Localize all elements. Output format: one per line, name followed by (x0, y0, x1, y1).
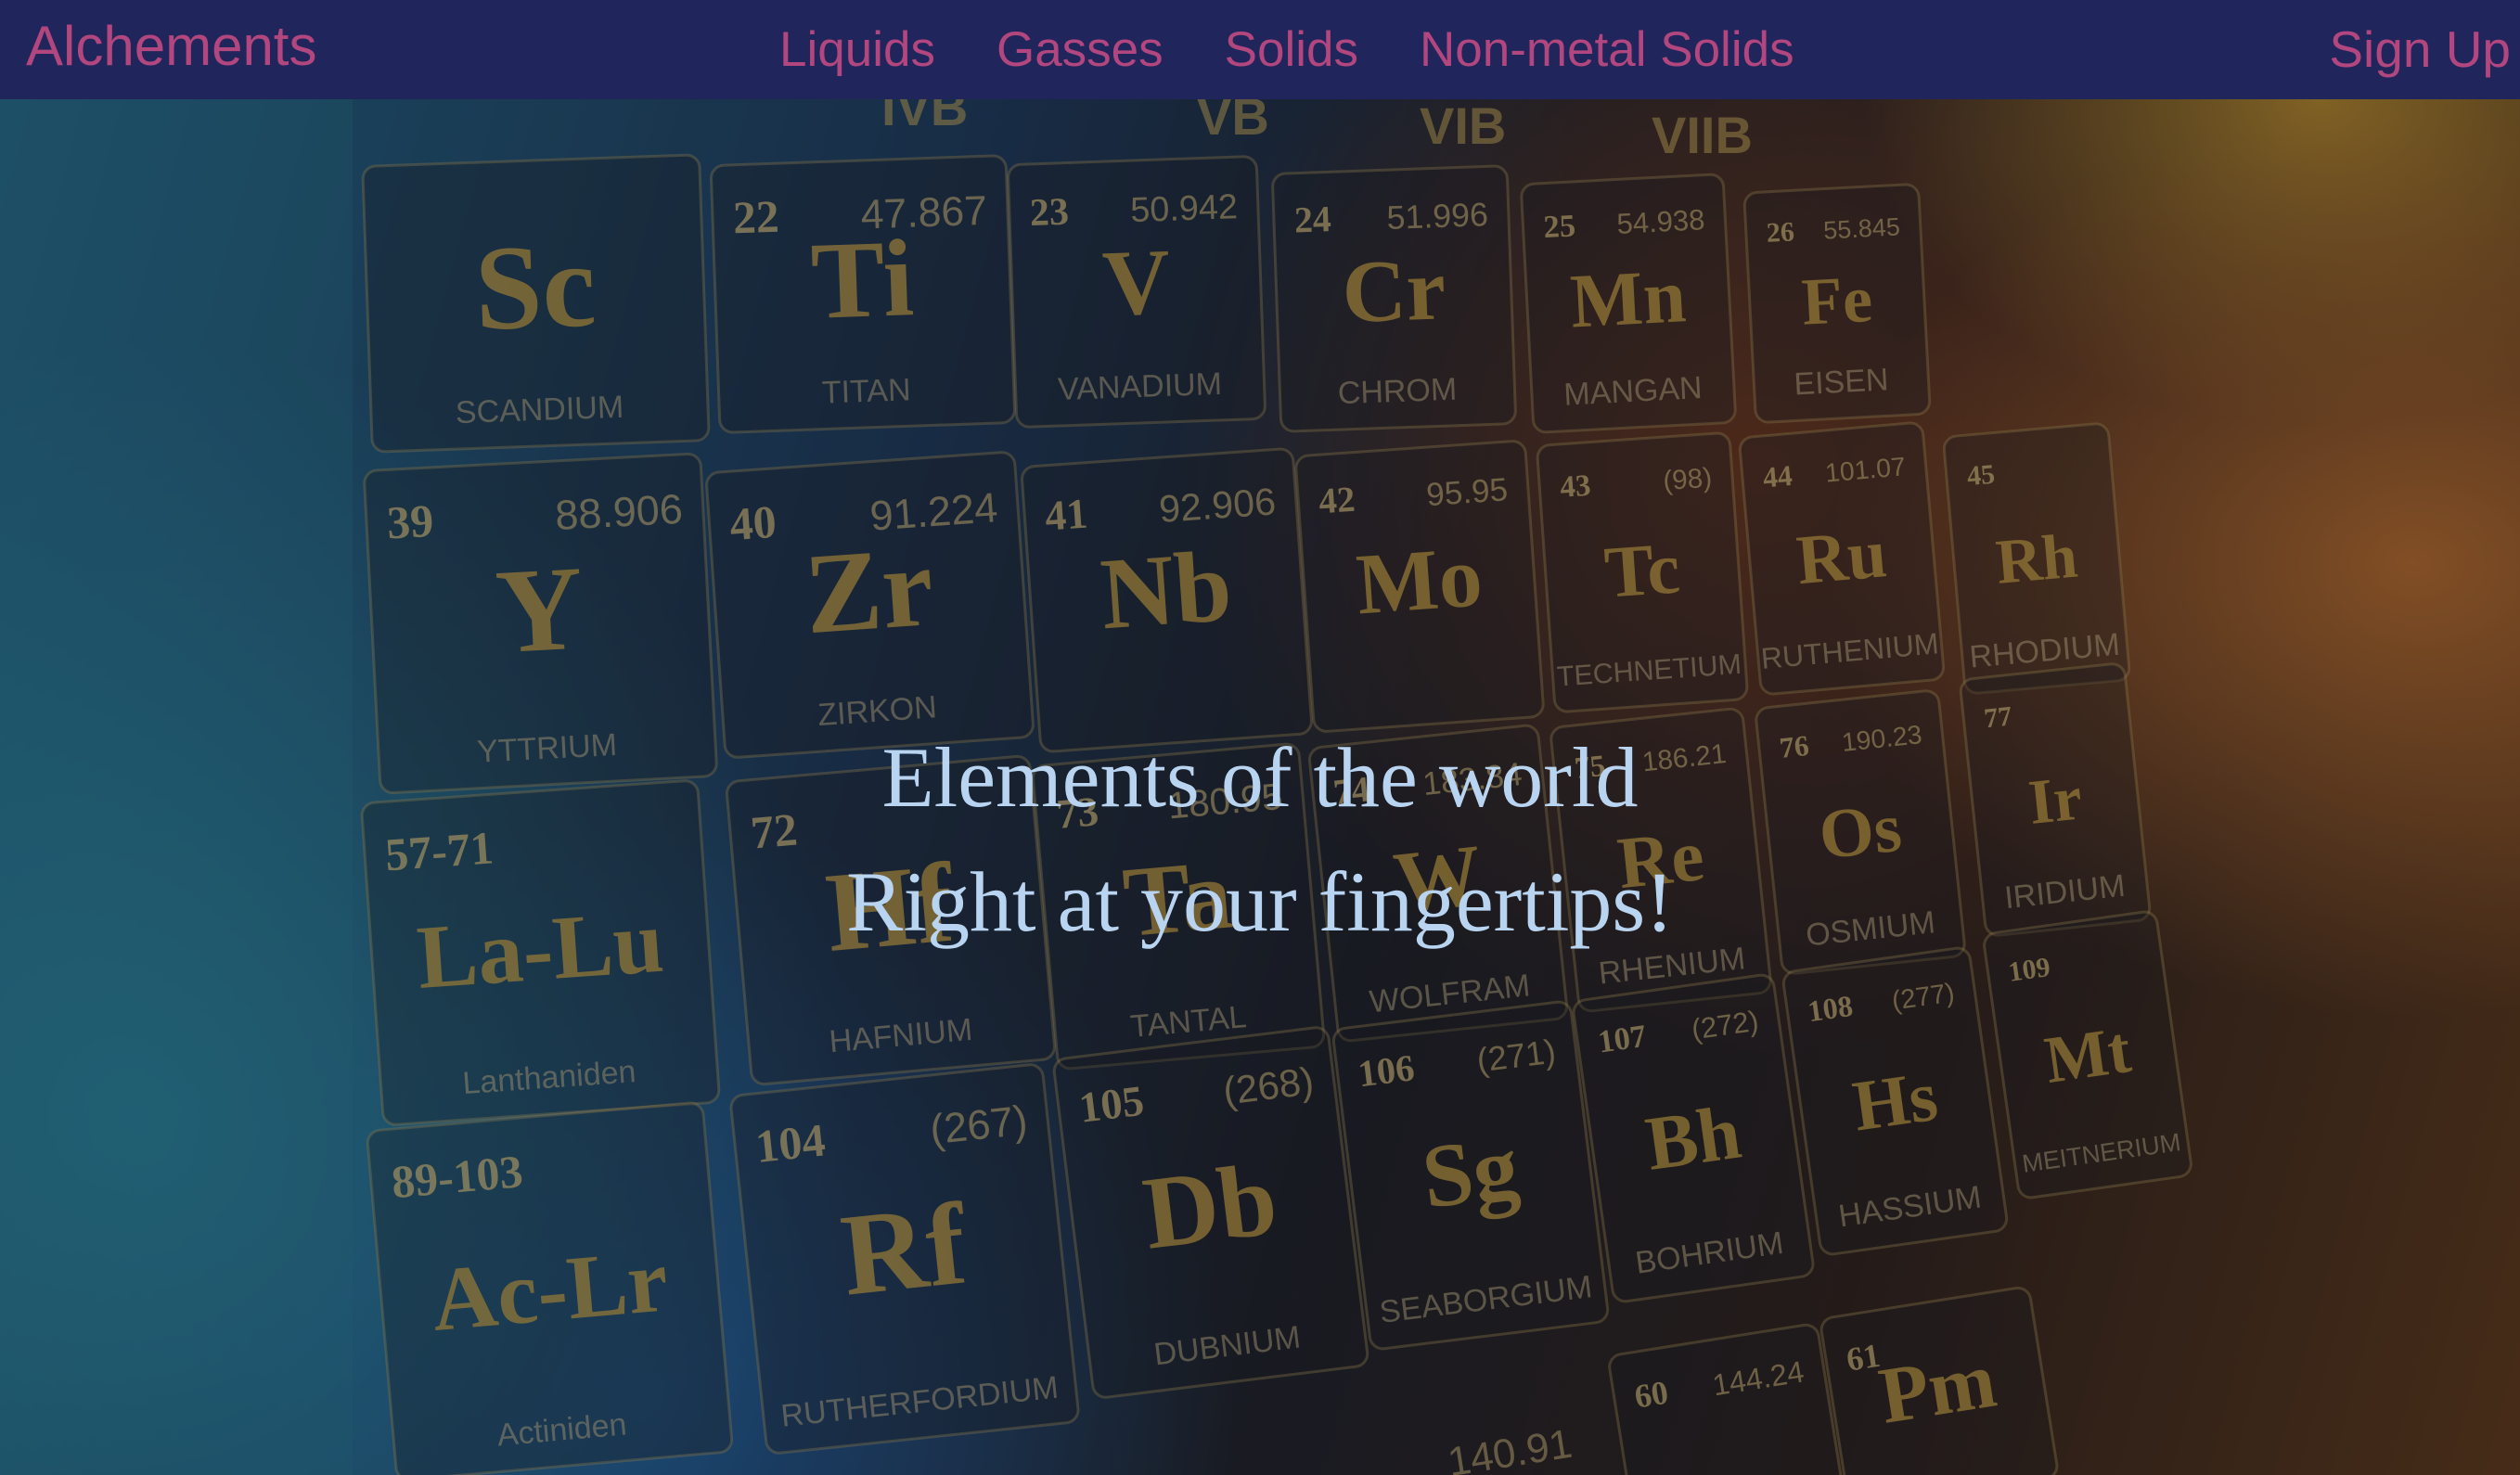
nav-links: Liquids Gasses Solids Non-metal Solids (779, 17, 1794, 82)
top-navbar: Alchements Liquids Gasses Solids Non-met… (0, 0, 2520, 99)
nav-link-solids[interactable]: Solids (1225, 21, 1358, 78)
nav-link-liquids[interactable]: Liquids (779, 21, 935, 78)
nav-link-gasses[interactable]: Gasses (996, 21, 1164, 78)
hero-headline: Elements of the world (881, 730, 1639, 825)
hero-subheadline: Right at your fingertips! (846, 854, 1674, 949)
brand-logo-link[interactable]: Alchements (26, 13, 316, 80)
sign-up-link[interactable]: Sign Up (2329, 17, 2511, 82)
nav-link-non-metal-solids[interactable]: Non-metal Solids (1420, 21, 1794, 78)
hero-section: IVB VB VIB VIIB 22 47.867 Ti TITAN 23 50.942 V VANA… (0, 99, 2520, 1475)
